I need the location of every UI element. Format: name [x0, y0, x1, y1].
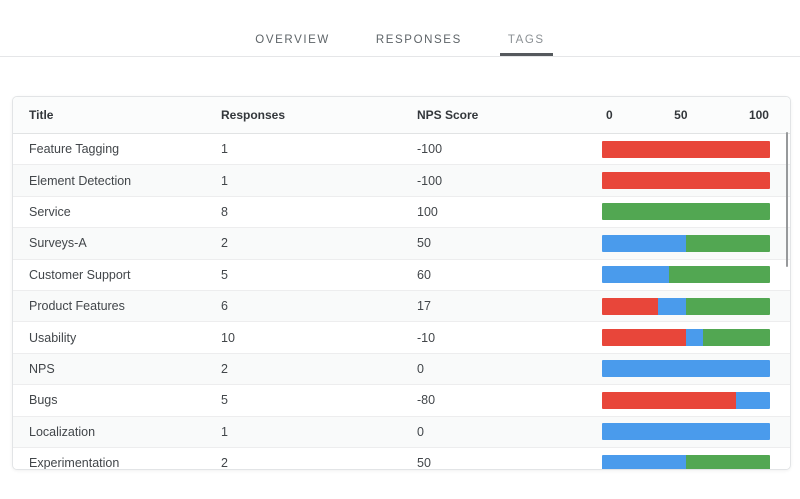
- row-responses: 2: [221, 236, 417, 250]
- row-nps-score: 50: [417, 456, 602, 470]
- scale-label-100: 100: [749, 108, 770, 122]
- table-row[interactable]: NPS 2 0: [13, 354, 790, 385]
- detractors-segment: [602, 329, 686, 346]
- tags-table-card: Title Responses NPS Score 0 50 100 Featu…: [12, 96, 791, 470]
- tab-responses[interactable]: RESPONSES: [368, 34, 470, 56]
- row-title: Product Features: [29, 299, 221, 313]
- row-title: Feature Tagging: [29, 142, 221, 156]
- nps-bar: [602, 266, 770, 283]
- passives-segment: [602, 266, 669, 283]
- row-responses: 10: [221, 331, 417, 345]
- table-row[interactable]: Surveys-A 2 50: [13, 228, 790, 259]
- passives-segment: [686, 329, 703, 346]
- scale-label-50: 50: [674, 108, 687, 122]
- row-responses: 1: [221, 425, 417, 439]
- nps-bar: [602, 392, 770, 409]
- passives-segment: [736, 392, 770, 409]
- row-responses: 2: [221, 362, 417, 376]
- tab-tags[interactable]: TAGS: [500, 34, 553, 56]
- table-row[interactable]: Localization 1 0: [13, 417, 790, 448]
- column-header-title: Title: [29, 108, 221, 122]
- row-title: Bugs: [29, 393, 221, 407]
- tab-bar: OVERVIEW RESPONSES TAGS: [0, 0, 800, 57]
- promoters-segment: [686, 298, 770, 315]
- tab-overview[interactable]: OVERVIEW: [247, 34, 338, 56]
- row-nps-score: 0: [417, 362, 602, 376]
- column-header-nps-score: NPS Score: [417, 108, 602, 122]
- detractors-segment: [602, 392, 736, 409]
- row-responses: 1: [221, 174, 417, 188]
- promoters-segment: [602, 203, 770, 220]
- table-row[interactable]: Service 8 100: [13, 197, 790, 228]
- row-nps-score: -100: [417, 174, 602, 188]
- row-responses: 5: [221, 268, 417, 282]
- row-title: Localization: [29, 425, 221, 439]
- row-title: Experimentation: [29, 456, 221, 470]
- scale-label-0: 0: [602, 108, 613, 122]
- passives-segment: [602, 455, 686, 470]
- nps-bar: [602, 141, 770, 158]
- passives-segment: [602, 360, 770, 377]
- row-title: Service: [29, 205, 221, 219]
- row-responses: 5: [221, 393, 417, 407]
- row-nps-score: 17: [417, 299, 602, 313]
- row-title: Element Detection: [29, 174, 221, 188]
- passives-segment: [602, 235, 686, 252]
- nps-bar: [602, 298, 770, 315]
- table-row[interactable]: Element Detection 1 -100: [13, 165, 790, 196]
- row-nps-score: 0: [417, 425, 602, 439]
- row-title: NPS: [29, 362, 221, 376]
- row-nps-score: 60: [417, 268, 602, 282]
- column-header-responses: Responses: [221, 108, 417, 122]
- table-row[interactable]: Product Features 6 17: [13, 291, 790, 322]
- nps-bar: [602, 455, 770, 470]
- row-title: Surveys-A: [29, 236, 221, 250]
- table-row[interactable]: Customer Support 5 60: [13, 260, 790, 291]
- row-title: Usability: [29, 331, 221, 345]
- table-body: Feature Tagging 1 -100 Element Detection…: [13, 134, 790, 470]
- row-responses: 1: [221, 142, 417, 156]
- promoters-segment: [669, 266, 770, 283]
- detractors-segment: [602, 298, 658, 315]
- promoters-segment: [686, 235, 770, 252]
- nps-scale-header: 0 50 100: [602, 108, 770, 122]
- row-nps-score: -100: [417, 142, 602, 156]
- table-row[interactable]: Feature Tagging 1 -100: [13, 134, 790, 165]
- passives-segment: [602, 423, 770, 440]
- row-nps-score: -80: [417, 393, 602, 407]
- row-responses: 8: [221, 205, 417, 219]
- nps-bar: [602, 235, 770, 252]
- detractors-segment: [602, 172, 770, 189]
- row-nps-score: -10: [417, 331, 602, 345]
- nps-bar: [602, 423, 770, 440]
- nps-bar: [602, 172, 770, 189]
- promoters-segment: [686, 455, 770, 470]
- nps-bar: [602, 203, 770, 220]
- passives-segment: [658, 298, 686, 315]
- promoters-segment: [703, 329, 770, 346]
- row-responses: 6: [221, 299, 417, 313]
- row-title: Customer Support: [29, 268, 221, 282]
- table-row[interactable]: Usability 10 -10: [13, 322, 790, 353]
- detractors-segment: [602, 141, 770, 158]
- table-header-row: Title Responses NPS Score 0 50 100: [13, 97, 790, 134]
- row-responses: 2: [221, 456, 417, 470]
- nps-bar: [602, 360, 770, 377]
- row-nps-score: 50: [417, 236, 602, 250]
- row-nps-score: 100: [417, 205, 602, 219]
- table-row[interactable]: Bugs 5 -80: [13, 385, 790, 416]
- scrollbar-thumb[interactable]: [786, 132, 788, 267]
- table-row[interactable]: Experimentation 2 50: [13, 448, 790, 470]
- nps-bar: [602, 329, 770, 346]
